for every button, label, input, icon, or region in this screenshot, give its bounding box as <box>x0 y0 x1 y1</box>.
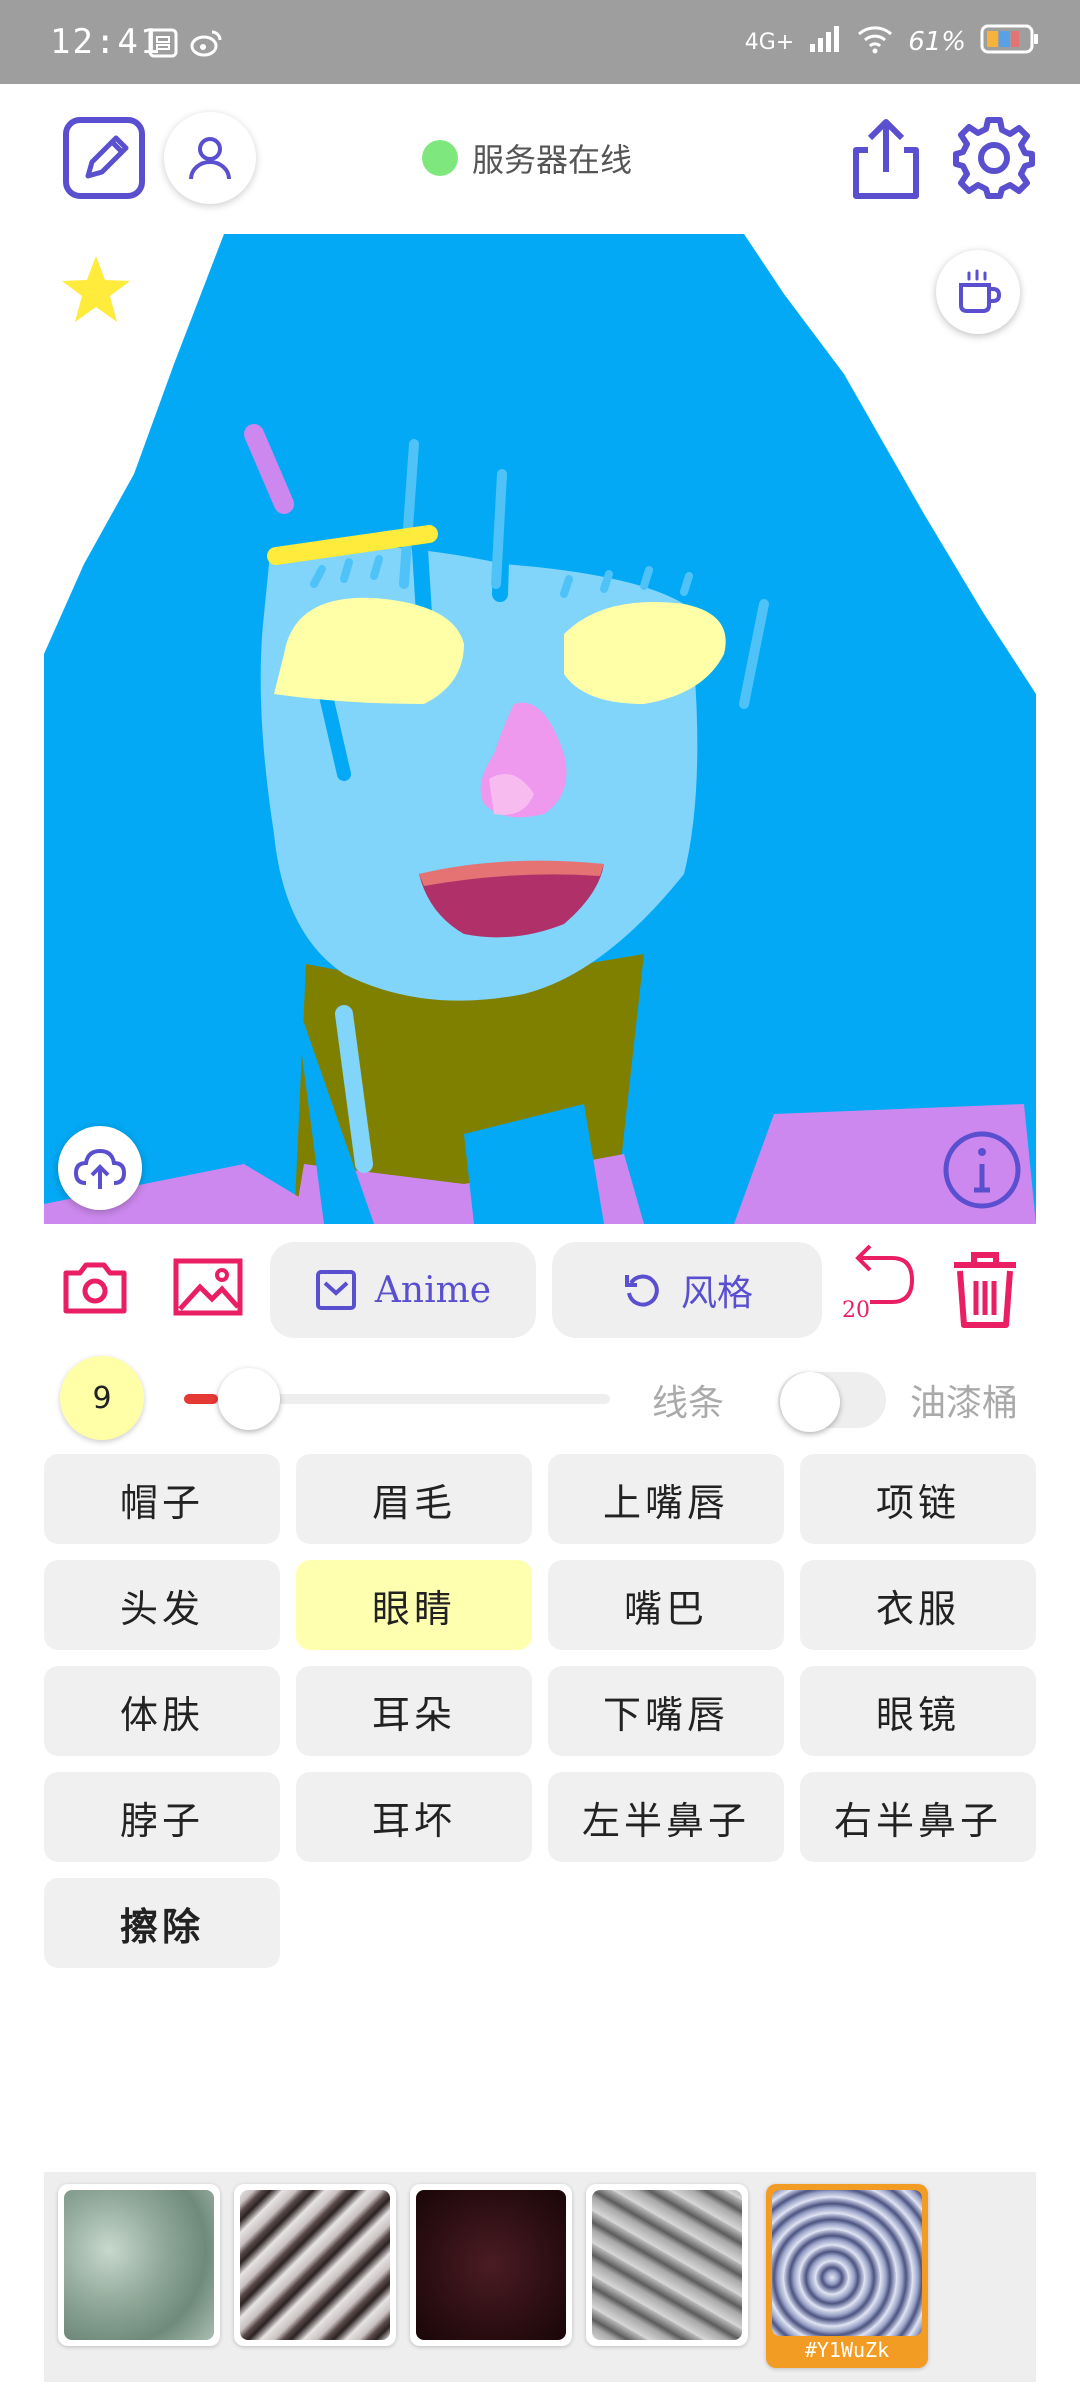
brush-size-value: 9 <box>92 1380 112 1416</box>
notification-icon <box>148 28 178 62</box>
server-status-label: 服务器在线 <box>472 141 633 179</box>
user-button[interactable] <box>164 112 256 204</box>
wifi-icon <box>856 24 894 61</box>
camera-button[interactable] <box>60 1252 130 1322</box>
battery-percent: 61% <box>908 27 966 57</box>
delete-button[interactable] <box>948 1250 1022 1330</box>
brush-size-slider-fill <box>184 1394 218 1404</box>
part-button[interactable]: 左半鼻子 <box>548 1772 784 1862</box>
brush-size-slider[interactable] <box>184 1368 610 1430</box>
texture-strip: #Y1WuZk <box>44 2172 1036 2382</box>
top-bar: 服务器在线 <box>0 84 1080 234</box>
favorite-button[interactable] <box>58 252 134 332</box>
part-grid: 帽子 眉毛 上嘴唇 项链头发 眼睛 嘴巴 衣服体肤 耳朵 下嘴唇 眼镜脖子 耳坏 左半鼻子 右半鼻子擦除 <box>44 1454 1036 1968</box>
paint-bucket-label: 油漆桶 <box>910 1383 1019 1424</box>
refresh-icon <box>624 1274 659 1307</box>
part-button[interactable]: 嘴巴 <box>548 1560 784 1650</box>
toolbar: Anime 风格 20 <box>0 1230 1080 1350</box>
texture-thumbnail <box>592 2190 742 2340</box>
server-status: 服务器在线 <box>422 136 632 180</box>
part-button[interactable]: 头发 <box>44 1560 280 1650</box>
part-button[interactable]: 耳朵 <box>296 1666 532 1756</box>
part-button[interactable]: 项链 <box>800 1454 1036 1544</box>
signal-icon <box>808 24 842 61</box>
part-button[interactable]: 耳坏 <box>296 1772 532 1862</box>
undo-count: 20 <box>842 1298 870 1323</box>
part-button[interactable]: 上嘴唇 <box>548 1454 784 1544</box>
part-button[interactable]: 擦除 <box>44 1878 280 1968</box>
anime-button[interactable]: Anime <box>270 1242 536 1338</box>
part-button[interactable]: 眼镜 <box>800 1666 1036 1756</box>
texture-item-selected[interactable]: #Y1WuZk <box>766 2184 928 2368</box>
brush-size-slider-thumb[interactable] <box>218 1368 280 1430</box>
part-button[interactable]: 眼睛 <box>296 1560 532 1650</box>
style-label: 风格 <box>680 1273 753 1314</box>
trash-icon <box>954 1252 1016 1328</box>
edit-button[interactable] <box>62 116 146 200</box>
image-icon <box>173 1258 243 1316</box>
texture-item[interactable] <box>234 2184 396 2346</box>
part-button[interactable]: 体肤 <box>44 1666 280 1756</box>
part-button[interactable]: 衣服 <box>800 1560 1036 1650</box>
line-mode-label: 线条 <box>652 1383 725 1424</box>
part-button[interactable]: 眉毛 <box>296 1454 532 1544</box>
part-button[interactable]: 脖子 <box>44 1772 280 1862</box>
weibo-icon <box>190 28 224 62</box>
part-button[interactable]: 右半鼻子 <box>800 1772 1036 1862</box>
part-button[interactable]: 帽子 <box>44 1454 280 1544</box>
info-button[interactable] <box>940 1128 1024 1212</box>
brush-controls: 9 线条 油漆桶 <box>0 1352 1080 1442</box>
texture-thumbnail <box>772 2190 922 2336</box>
info-icon <box>943 1131 1021 1209</box>
status-right-group: 4G+ 61% <box>745 20 1040 64</box>
texture-thumbnail <box>240 2190 390 2340</box>
paint-bucket-toggle-knob <box>780 1372 840 1432</box>
texture-thumbnail <box>416 2190 566 2340</box>
settings-icon <box>953 117 1035 199</box>
undo-button[interactable]: 20 <box>840 1244 920 1330</box>
coffee-button[interactable] <box>936 250 1020 334</box>
share-icon <box>853 119 919 199</box>
server-status-dot <box>422 140 458 176</box>
texture-thumbnail <box>64 2190 214 2340</box>
image-button[interactable] <box>170 1252 246 1322</box>
edit-icon <box>63 117 145 199</box>
texture-item[interactable] <box>58 2184 220 2346</box>
cloud-upload-icon <box>73 1148 127 1189</box>
anime-checkbox-icon <box>315 1270 356 1310</box>
user-icon <box>189 137 231 180</box>
battery-icon <box>980 23 1040 62</box>
paint-bucket-toggle[interactable] <box>778 1372 886 1432</box>
anime-label: Anime <box>374 1269 492 1311</box>
cloud-upload-button[interactable] <box>58 1126 142 1210</box>
style-button[interactable]: 风格 <box>552 1242 822 1338</box>
share-button[interactable] <box>846 116 926 202</box>
star-icon <box>62 256 130 322</box>
status-bar: 12:41 4G+ 61% <box>0 0 1080 84</box>
texture-caption: #Y1WuZk <box>804 2338 890 2362</box>
brush-size-indicator: 9 <box>60 1356 144 1440</box>
network-type: 4G+ <box>744 29 795 55</box>
camera-icon <box>63 1262 127 1314</box>
drawing-artwork <box>44 234 1036 1224</box>
coffee-icon <box>959 269 1002 313</box>
drawing-canvas[interactable] <box>44 234 1036 1224</box>
part-button[interactable]: 下嘴唇 <box>548 1666 784 1756</box>
texture-item[interactable] <box>586 2184 748 2346</box>
status-time: 12:41 <box>50 22 163 62</box>
texture-item[interactable] <box>410 2184 572 2346</box>
settings-button[interactable] <box>952 116 1036 200</box>
